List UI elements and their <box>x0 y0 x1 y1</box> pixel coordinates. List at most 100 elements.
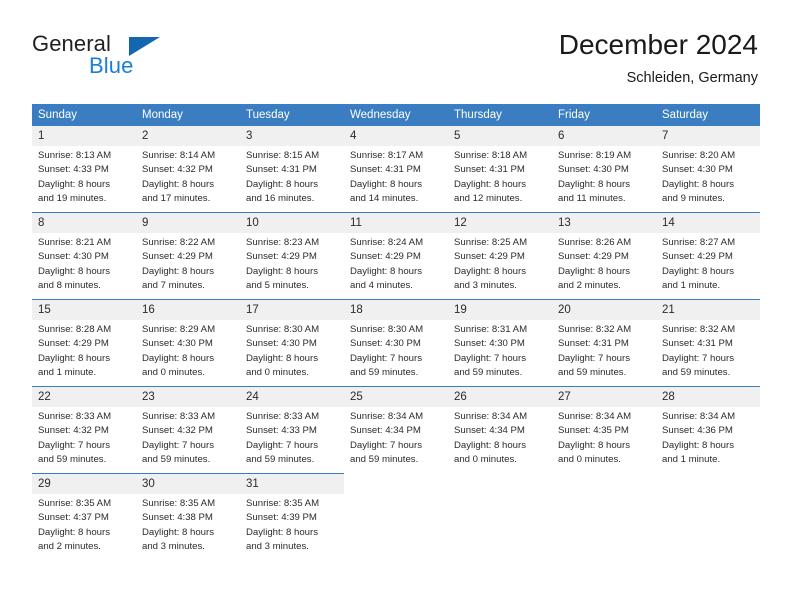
sunrise-text: Sunrise: 8:34 AM <box>454 411 528 422</box>
calendar-day-cell[interactable]: 25 Sunrise: 8:34 AM Sunset: 4:34 PM Dayligh… <box>344 386 448 474</box>
calendar-day-cell[interactable]: 3 Sunrise: 8:15 AM Sunset: 4:31 PM Daylight… <box>240 125 344 213</box>
calendar-day-cell[interactable]: 21 Sunrise: 8:32 AM Sunset: 4:31 PM Dayligh… <box>656 299 760 387</box>
day-number: 26 <box>448 387 552 407</box>
daylight-text-line2: and 59 minutes. <box>350 367 419 379</box>
daylight-text-line1: Daylight: 7 hours <box>558 352 630 364</box>
day-number: 29 <box>32 474 136 494</box>
sunset-text: Sunset: 4:29 PM <box>142 251 213 263</box>
daylight-text-line2: and 2 minutes. <box>38 541 101 553</box>
daylight-text-line2: and 11 minutes. <box>558 193 626 205</box>
day-sun-info: Sunrise: 8:17 AM Sunset: 4:31 PM Daylight:… <box>344 146 448 207</box>
daylight-text-line1: Daylight: 8 hours <box>38 178 110 190</box>
day-sun-info: Sunrise: 8:35 AM Sunset: 4:38 PM Daylight:… <box>136 494 240 555</box>
sunrise-text: Sunrise: 8:14 AM <box>142 150 216 161</box>
daylight-text-line2: and 0 minutes. <box>454 454 517 466</box>
calendar-day-cell[interactable]: 11 Sunrise: 8:24 AM Sunset: 4:29 PM Dayligh… <box>344 212 448 300</box>
daylight-text-line2: and 12 minutes. <box>454 193 523 205</box>
day-sun-info: Sunrise: 8:34 AM Sunset: 4:35 PM Daylight:… <box>552 407 656 468</box>
calendar-day-cell[interactable]: 27 Sunrise: 8:34 AM Sunset: 4:35 PM Dayligh… <box>552 386 656 474</box>
daylight-text-line2: and 3 minutes. <box>454 280 517 292</box>
sunrise-text: Sunrise: 8:28 AM <box>38 324 112 335</box>
day-number: 23 <box>136 387 240 407</box>
calendar-day-cell[interactable]: 20 Sunrise: 8:32 AM Sunset: 4:31 PM Dayligh… <box>552 299 656 387</box>
day-sun-info: Sunrise: 8:15 AM Sunset: 4:31 PM Daylight:… <box>240 146 344 207</box>
day-number: 30 <box>136 474 240 494</box>
calendar-day-cell[interactable]: 16 Sunrise: 8:29 AM Sunset: 4:30 PM Dayligh… <box>136 299 240 387</box>
day-sun-info: Sunrise: 8:24 AM Sunset: 4:29 PM Daylight:… <box>344 233 448 294</box>
calendar-day-cell[interactable]: 23 Sunrise: 8:33 AM Sunset: 4:32 PM Dayligh… <box>136 386 240 474</box>
day-number: 10 <box>240 213 344 233</box>
calendar-day-cell[interactable]: 17 Sunrise: 8:30 AM Sunset: 4:30 PM Dayligh… <box>240 299 344 387</box>
title-block: December 2024 Schleiden, Germany <box>559 28 758 88</box>
day-number: 28 <box>656 387 760 407</box>
day-number: 4 <box>344 126 448 146</box>
sunset-text: Sunset: 4:29 PM <box>454 251 525 263</box>
sunrise-text: Sunrise: 8:26 AM <box>558 237 632 248</box>
calendar-cell-inner: 2 Sunrise: 8:14 AM Sunset: 4:32 PM Daylight… <box>136 126 240 212</box>
calendar-page: General Blue December 2024 Schleiden, Ge… <box>0 0 792 612</box>
sunset-text: Sunset: 4:31 PM <box>350 164 421 176</box>
calendar-cell-empty <box>448 473 552 560</box>
day-sun-info: Sunrise: 8:34 AM Sunset: 4:34 PM Daylight:… <box>448 407 552 468</box>
calendar-day-cell[interactable]: 22 Sunrise: 8:33 AM Sunset: 4:32 PM Dayligh… <box>32 386 136 474</box>
calendar-day-cell[interactable]: 5 Sunrise: 8:18 AM Sunset: 4:31 PM Daylight… <box>448 125 552 213</box>
daylight-text-line2: and 59 minutes. <box>350 454 419 466</box>
weekday-header-wednesday: Wednesday <box>344 104 448 126</box>
day-sun-info: Sunrise: 8:35 AM Sunset: 4:39 PM Daylight:… <box>240 494 344 555</box>
brand-logo[interactable]: General Blue <box>32 32 252 88</box>
sunset-text: Sunset: 4:29 PM <box>350 251 421 263</box>
calendar-day-cell[interactable]: 28 Sunrise: 8:34 AM Sunset: 4:36 PM Dayligh… <box>656 386 760 474</box>
calendar-day-cell[interactable]: 8 Sunrise: 8:21 AM Sunset: 4:30 PM Daylight… <box>32 212 136 300</box>
calendar-day-cell[interactable]: 9 Sunrise: 8:22 AM Sunset: 4:29 PM Daylight… <box>136 212 240 300</box>
calendar-day-cell[interactable]: 12 Sunrise: 8:25 AM Sunset: 4:29 PM Dayligh… <box>448 212 552 300</box>
calendar-day-cell[interactable]: 31 Sunrise: 8:35 AM Sunset: 4:39 PM Dayligh… <box>240 473 344 560</box>
calendar-day-cell[interactable]: 24 Sunrise: 8:33 AM Sunset: 4:33 PM Dayligh… <box>240 386 344 474</box>
calendar-day-cell[interactable]: 29 Sunrise: 8:35 AM Sunset: 4:37 PM Dayligh… <box>32 473 136 560</box>
daylight-text-line1: Daylight: 7 hours <box>454 352 526 364</box>
sunset-text: Sunset: 4:29 PM <box>558 251 629 263</box>
day-number: 1 <box>32 126 136 146</box>
sunset-text: Sunset: 4:35 PM <box>558 425 629 437</box>
calendar-day-cell[interactable]: 4 Sunrise: 8:17 AM Sunset: 4:31 PM Daylight… <box>344 125 448 213</box>
sunrise-text: Sunrise: 8:27 AM <box>662 237 736 248</box>
calendar-cell-inner <box>552 473 656 561</box>
weekday-header-thursday: Thursday <box>448 104 552 126</box>
daylight-text-line2: and 59 minutes. <box>558 367 627 379</box>
sunrise-text: Sunrise: 8:35 AM <box>38 498 112 509</box>
calendar-week-row: 29 Sunrise: 8:35 AM Sunset: 4:37 PM Dayligh… <box>32 473 760 561</box>
calendar-header-row: Sunday Monday Tuesday Wednesday Thursday… <box>32 104 760 126</box>
calendar-day-cell[interactable]: 13 Sunrise: 8:26 AM Sunset: 4:29 PM Dayligh… <box>552 212 656 300</box>
sunrise-text: Sunrise: 8:31 AM <box>454 324 528 335</box>
calendar-day-cell[interactable]: 10 Sunrise: 8:23 AM Sunset: 4:29 PM Dayligh… <box>240 212 344 300</box>
day-sun-info: Sunrise: 8:30 AM Sunset: 4:30 PM Daylight:… <box>344 320 448 381</box>
calendar-day-cell[interactable]: 14 Sunrise: 8:27 AM Sunset: 4:29 PM Dayligh… <box>656 212 760 300</box>
sunset-text: Sunset: 4:30 PM <box>246 338 317 350</box>
calendar-day-cell[interactable]: 7 Sunrise: 8:20 AM Sunset: 4:30 PM Daylight… <box>656 125 760 213</box>
calendar-day-cell[interactable]: 19 Sunrise: 8:31 AM Sunset: 4:30 PM Dayligh… <box>448 299 552 387</box>
daylight-text-line2: and 59 minutes. <box>142 454 211 466</box>
daylight-text-line2: and 1 minute. <box>662 454 721 466</box>
calendar-cell-inner: 13 Sunrise: 8:26 AM Sunset: 4:29 PM Dayligh… <box>552 213 656 299</box>
daylight-text-line2: and 2 minutes. <box>558 280 621 292</box>
day-number: 11 <box>344 213 448 233</box>
calendar-cell-inner: 21 Sunrise: 8:32 AM Sunset: 4:31 PM Dayligh… <box>656 300 760 386</box>
sunset-text: Sunset: 4:30 PM <box>662 164 733 176</box>
calendar-day-cell[interactable]: 6 Sunrise: 8:19 AM Sunset: 4:30 PM Daylight… <box>552 125 656 213</box>
calendar-day-cell[interactable]: 18 Sunrise: 8:30 AM Sunset: 4:30 PM Dayligh… <box>344 299 448 387</box>
calendar-day-cell[interactable]: 2 Sunrise: 8:14 AM Sunset: 4:32 PM Daylight… <box>136 125 240 213</box>
day-sun-info: Sunrise: 8:34 AM Sunset: 4:36 PM Daylight:… <box>656 407 760 468</box>
day-sun-info: Sunrise: 8:35 AM Sunset: 4:37 PM Daylight:… <box>32 494 136 555</box>
daylight-text-line1: Daylight: 8 hours <box>38 265 110 277</box>
calendar-day-cell[interactable]: 30 Sunrise: 8:35 AM Sunset: 4:38 PM Dayligh… <box>136 473 240 560</box>
day-number: 27 <box>552 387 656 407</box>
calendar-cell-inner: 23 Sunrise: 8:33 AM Sunset: 4:32 PM Dayligh… <box>136 387 240 473</box>
day-sun-info: Sunrise: 8:18 AM Sunset: 4:31 PM Daylight:… <box>448 146 552 207</box>
day-sun-info: Sunrise: 8:26 AM Sunset: 4:29 PM Daylight:… <box>552 233 656 294</box>
calendar-day-cell[interactable]: 15 Sunrise: 8:28 AM Sunset: 4:29 PM Dayligh… <box>32 299 136 387</box>
calendar-cell-inner: 9 Sunrise: 8:22 AM Sunset: 4:29 PM Daylight… <box>136 213 240 299</box>
calendar-day-cell[interactable]: 1 Sunrise: 8:13 AM Sunset: 4:33 PM Daylight… <box>32 125 136 213</box>
sunset-text: Sunset: 4:33 PM <box>38 164 109 176</box>
calendar-cell-inner: 1 Sunrise: 8:13 AM Sunset: 4:33 PM Daylight… <box>32 126 136 212</box>
calendar-day-cell[interactable]: 26 Sunrise: 8:34 AM Sunset: 4:34 PM Dayligh… <box>448 386 552 474</box>
day-sun-info: Sunrise: 8:32 AM Sunset: 4:31 PM Daylight:… <box>656 320 760 381</box>
